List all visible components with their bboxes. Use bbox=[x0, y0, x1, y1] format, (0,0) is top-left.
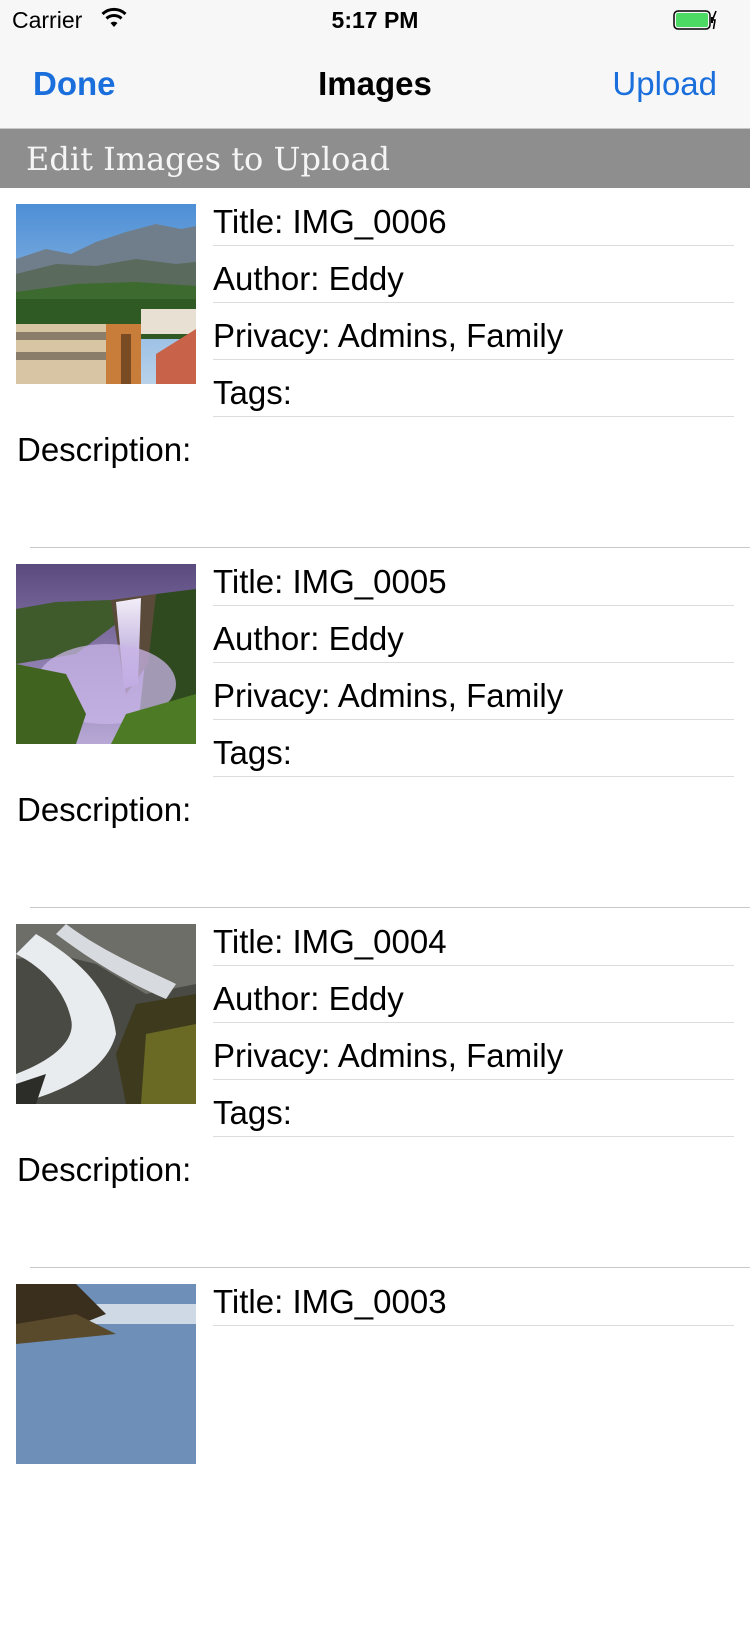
upload-button[interactable]: Upload bbox=[612, 64, 717, 104]
battery-charging-icon bbox=[673, 10, 717, 30]
navigation-bar: Done Images Upload bbox=[0, 40, 750, 129]
status-time: 5:17 PM bbox=[331, 7, 419, 33]
description-field[interactable]: Description: bbox=[17, 1150, 191, 1190]
tags-field[interactable]: Tags: bbox=[213, 1079, 734, 1137]
title-field[interactable]: Title: IMG_0006 bbox=[213, 188, 734, 246]
image-thumbnail[interactable] bbox=[16, 1284, 196, 1464]
description-field[interactable]: Description: bbox=[17, 430, 191, 470]
author-field[interactable]: Author: Eddy bbox=[213, 245, 734, 303]
tags-field[interactable]: Tags: bbox=[213, 359, 734, 417]
status-bar: Carrier 5:17 PM bbox=[0, 0, 750, 40]
section-header: Edit Images to Upload bbox=[0, 129, 750, 188]
title-field[interactable]: Title: IMG_0003 bbox=[213, 1268, 734, 1326]
title-field[interactable]: Title: IMG_0004 bbox=[213, 908, 734, 966]
image-cell: Title: IMG_0003 bbox=[0, 1268, 750, 1628]
description-field[interactable]: Description: bbox=[17, 790, 191, 830]
image-cell: Title: IMG_0006 Author: Eddy Privacy: Ad… bbox=[0, 188, 750, 548]
image-list: Title: IMG_0006 Author: Eddy Privacy: Ad… bbox=[0, 188, 750, 1628]
section-header-label: Edit Images to Upload bbox=[26, 140, 390, 178]
author-field[interactable]: Author: Eddy bbox=[213, 965, 734, 1023]
image-thumbnail[interactable] bbox=[16, 204, 196, 384]
image-thumbnail[interactable] bbox=[16, 564, 196, 744]
privacy-field[interactable]: Privacy: Admins, Family bbox=[213, 1022, 734, 1080]
image-cell: Title: IMG_0004 Author: Eddy Privacy: Ad… bbox=[0, 908, 750, 1268]
privacy-field[interactable]: Privacy: Admins, Family bbox=[213, 302, 734, 360]
author-field[interactable]: Author: Eddy bbox=[213, 605, 734, 663]
tags-field[interactable]: Tags: bbox=[213, 719, 734, 777]
image-cell: Title: IMG_0005 Author: Eddy Privacy: Ad… bbox=[0, 548, 750, 908]
privacy-field[interactable]: Privacy: Admins, Family bbox=[213, 662, 734, 720]
title-field[interactable]: Title: IMG_0005 bbox=[213, 548, 734, 606]
image-thumbnail[interactable] bbox=[16, 924, 196, 1104]
